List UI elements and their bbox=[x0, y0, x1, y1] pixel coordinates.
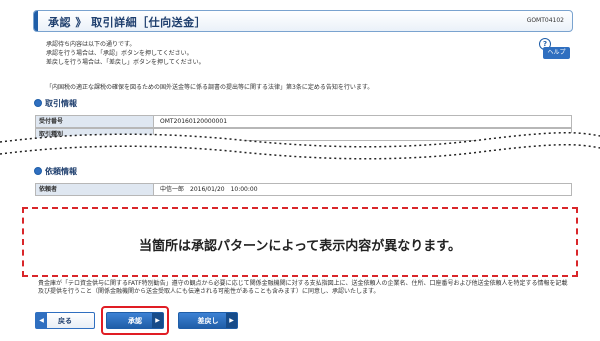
table-row: 依頼者 中信一郎 2016/01/20 10:00:00 bbox=[35, 183, 572, 196]
pattern-placeholder-box: 当箇所は承認パターンによって表示内容が異なります。 bbox=[22, 207, 578, 277]
section-title: 依頼情報 bbox=[45, 167, 77, 176]
section-heading-transaction: 取引情報 bbox=[34, 98, 77, 109]
table-row: 受付番号 OMT20160120000001 bbox=[35, 115, 572, 128]
row-value: 中信一郎 2016/01/20 10:00:00 bbox=[160, 186, 258, 193]
header-accent-bar bbox=[34, 11, 38, 31]
screen-code: GOMT04102 bbox=[526, 17, 564, 24]
section-bullet-icon bbox=[34, 99, 42, 107]
section-title: 取引情報 bbox=[45, 99, 77, 108]
page-title: 承認 》 取引詳細［仕向送金］ bbox=[48, 16, 207, 29]
back-button-label: 戻る bbox=[58, 317, 72, 325]
row-value: OMT20160120000001 bbox=[160, 118, 228, 125]
help-button[interactable]: ? ヘルプ bbox=[539, 38, 571, 62]
intro-text: 承認待ち内容は以下の通りです。 承認を行う場合は、「承認」ボタンを押してください… bbox=[46, 40, 205, 67]
disclaimer-text: 貴金庫が「テロ資金供与に関するFATF特別勧告」遵守の観点から必要に応じて関係金… bbox=[38, 280, 568, 295]
arrow-right-icon: ▶ bbox=[152, 313, 163, 328]
intro-line: 差戻しを行う場合は、「差戻し」ボタンを押してください。 bbox=[46, 59, 205, 66]
row-label: 依頼者 bbox=[36, 184, 154, 195]
return-button[interactable]: 差戻し ▶ bbox=[178, 312, 238, 329]
row-label: 受付番号 bbox=[36, 116, 154, 127]
pattern-placeholder-text: 当箇所は承認パターンによって表示内容が異なります。 bbox=[138, 239, 461, 254]
intro-line: 承認待ち内容は以下の通りです。 bbox=[46, 41, 136, 48]
help-label: ヘルプ bbox=[543, 47, 570, 59]
section-bullet-icon bbox=[34, 167, 42, 175]
section-heading-requester: 依頼情報 bbox=[34, 166, 77, 177]
back-button[interactable]: ◀ 戻る bbox=[35, 312, 95, 329]
notice-text: 「内国税の適正な課税の確保を図るための国外送金等に係る調書の提出等に関する法律」… bbox=[46, 84, 374, 91]
approve-button[interactable]: 承認 ▶ bbox=[106, 312, 164, 329]
arrow-right-icon: ▶ bbox=[226, 313, 237, 328]
content-break-wave bbox=[0, 132, 600, 164]
page-header: 承認 》 取引詳細［仕向送金］ GOMT04102 bbox=[33, 10, 573, 32]
intro-line: 承認を行う場合は、「承認」ボタンを押してください。 bbox=[46, 50, 193, 57]
